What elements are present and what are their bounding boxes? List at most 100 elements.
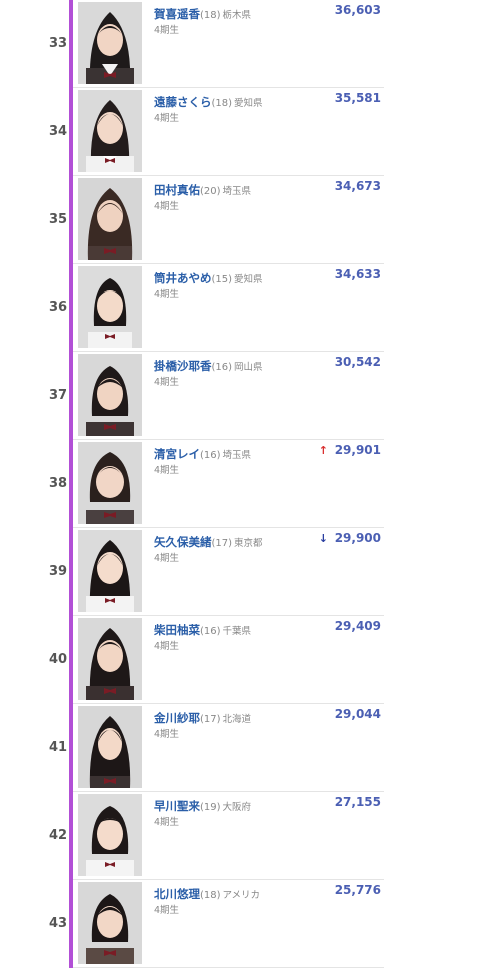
member-photo[interactable] — [78, 882, 142, 964]
member-age: (18) — [211, 98, 233, 109]
row-divider — [73, 967, 384, 968]
member-photo[interactable] — [78, 266, 142, 348]
accent-bar — [69, 176, 73, 264]
member-name[interactable]: 早川聖来 — [154, 799, 200, 813]
vote-count: 27,155 — [334, 795, 381, 809]
accent-bar — [69, 616, 73, 704]
member-name[interactable]: 筒井あやめ — [154, 271, 212, 285]
member-name[interactable]: 田村真佑 — [154, 183, 200, 197]
list-item[interactable]: 41 金川紗耶(17) 北海道 4期生 29,044 — [0, 704, 480, 792]
name-line: 遠藤さくら(18) 愛知県 — [154, 91, 263, 110]
accent-bar — [69, 792, 73, 880]
member-age: (16) — [211, 362, 233, 373]
member-age: (16) — [200, 450, 221, 461]
name-line: 筒井あやめ(15) 愛知県 — [154, 267, 263, 286]
member-age: (19) — [200, 802, 221, 813]
vote-count: 30,542 — [334, 355, 381, 369]
list-item[interactable]: 37 掛橋沙耶香(16) 岡山県 4期生 30,542 — [0, 352, 480, 440]
member-photo[interactable] — [78, 794, 142, 876]
member-photo[interactable] — [78, 618, 142, 700]
name-line: 掛橋沙耶香(16) 岡山県 — [154, 355, 263, 374]
vote-count: 29,409 — [334, 619, 381, 633]
member-prefecture: 北海道 — [222, 714, 252, 725]
list-item[interactable]: 39 矢久保美緒(17) 東京都 4期生 ↓ 29,900 — [0, 528, 480, 616]
member-name[interactable]: 清宮レイ — [154, 447, 200, 461]
vote-count: 29,044 — [334, 707, 381, 721]
member-prefecture: 愛知県 — [234, 98, 263, 109]
member-photo[interactable] — [78, 706, 142, 788]
name-line: 田村真佑(20) 埼玉県 — [154, 179, 251, 198]
name-line: 北川悠理(18) アメリカ — [154, 883, 260, 902]
member-age: (15) — [211, 274, 233, 285]
accent-bar — [69, 88, 73, 176]
accent-bar — [69, 0, 73, 88]
member-prefecture: 岡山県 — [234, 362, 263, 373]
down-arrow-icon: ↓ — [318, 532, 328, 545]
list-item[interactable]: 43 北川悠理(18) アメリカ 4期生 25,776 — [0, 880, 480, 968]
accent-bar — [69, 440, 73, 528]
member-name[interactable]: 賀喜遥香 — [154, 7, 200, 21]
member-prefecture: 埼玉県 — [222, 186, 252, 197]
ranking-list: 33 賀喜遥香(18) 栃木県 4期生 36,603 34 遠藤さくら(18) … — [0, 0, 480, 975]
member-generation: 4期生 — [154, 817, 180, 828]
member-photo[interactable] — [78, 2, 142, 84]
member-photo[interactable] — [78, 178, 142, 260]
vote-count: 34,633 — [334, 267, 381, 281]
member-name[interactable]: 柴田柚菜 — [154, 623, 200, 637]
member-photo[interactable] — [78, 90, 142, 172]
list-item[interactable]: 34 遠藤さくら(18) 愛知県 4期生 35,581 — [0, 88, 480, 176]
vote-count: 29,901 — [334, 443, 381, 457]
name-line: 賀喜遥香(18) 栃木県 — [154, 3, 251, 22]
accent-bar — [69, 528, 73, 616]
member-age: (17) — [211, 538, 233, 549]
vote-count: 36,603 — [334, 3, 381, 17]
member-prefecture: アメリカ — [222, 890, 261, 901]
name-line: 早川聖来(19) 大阪府 — [154, 795, 251, 814]
member-generation: 4期生 — [154, 729, 180, 740]
member-prefecture: 東京都 — [234, 538, 263, 549]
member-generation: 4期生 — [154, 641, 180, 652]
member-generation: 4期生 — [154, 905, 180, 916]
member-generation: 4期生 — [154, 377, 180, 388]
member-age: (17) — [200, 714, 221, 725]
member-photo[interactable] — [78, 354, 142, 436]
up-arrow-icon: ↑ — [318, 444, 328, 457]
member-age: (18) — [200, 10, 221, 21]
member-photo[interactable] — [78, 530, 142, 612]
list-item[interactable]: 35 田村真佑(20) 埼玉県 4期生 34,673 — [0, 176, 480, 264]
member-generation: 4期生 — [154, 465, 180, 476]
list-item[interactable]: 40 柴田柚菜(16) 千葉県 4期生 29,409 — [0, 616, 480, 704]
member-age: (20) — [200, 186, 221, 197]
member-prefecture: 愛知県 — [234, 274, 263, 285]
member-prefecture: 千葉県 — [222, 626, 252, 637]
name-line: 矢久保美緒(17) 東京都 — [154, 531, 263, 550]
vote-count: 25,776 — [334, 883, 381, 897]
member-photo[interactable] — [78, 442, 142, 524]
member-name[interactable]: 矢久保美緒 — [154, 535, 212, 549]
list-item[interactable]: 36 筒井あやめ(15) 愛知県 4期生 34,633 — [0, 264, 480, 352]
member-generation: 4期生 — [154, 113, 180, 124]
member-generation: 4期生 — [154, 553, 180, 564]
name-line: 柴田柚菜(16) 千葉県 — [154, 619, 251, 638]
accent-bar — [69, 880, 73, 968]
list-item[interactable]: 42 早川聖来(19) 大阪府 4期生 27,155 — [0, 792, 480, 880]
accent-bar — [69, 352, 73, 440]
vote-count: 29,900 — [334, 531, 381, 545]
member-prefecture: 大阪府 — [222, 802, 252, 813]
member-name[interactable]: 遠藤さくら — [154, 95, 212, 109]
vote-count: 34,673 — [334, 179, 381, 193]
member-age: (18) — [200, 890, 221, 901]
member-name[interactable]: 掛橋沙耶香 — [154, 359, 212, 373]
member-name[interactable]: 金川紗耶 — [154, 711, 200, 725]
list-item[interactable]: 33 賀喜遥香(18) 栃木県 4期生 36,603 — [0, 0, 480, 88]
member-prefecture: 栃木県 — [222, 10, 252, 21]
member-age: (16) — [200, 626, 221, 637]
member-name[interactable]: 北川悠理 — [154, 887, 200, 901]
member-prefecture: 埼玉県 — [222, 450, 252, 461]
accent-bar — [69, 264, 73, 352]
name-line: 金川紗耶(17) 北海道 — [154, 707, 251, 726]
list-item[interactable]: 38 清宮レイ(16) 埼玉県 4期生 ↑ 29,901 — [0, 440, 480, 528]
member-generation: 4期生 — [154, 201, 180, 212]
accent-bar — [69, 704, 73, 792]
name-line: 清宮レイ(16) 埼玉県 — [154, 443, 251, 462]
